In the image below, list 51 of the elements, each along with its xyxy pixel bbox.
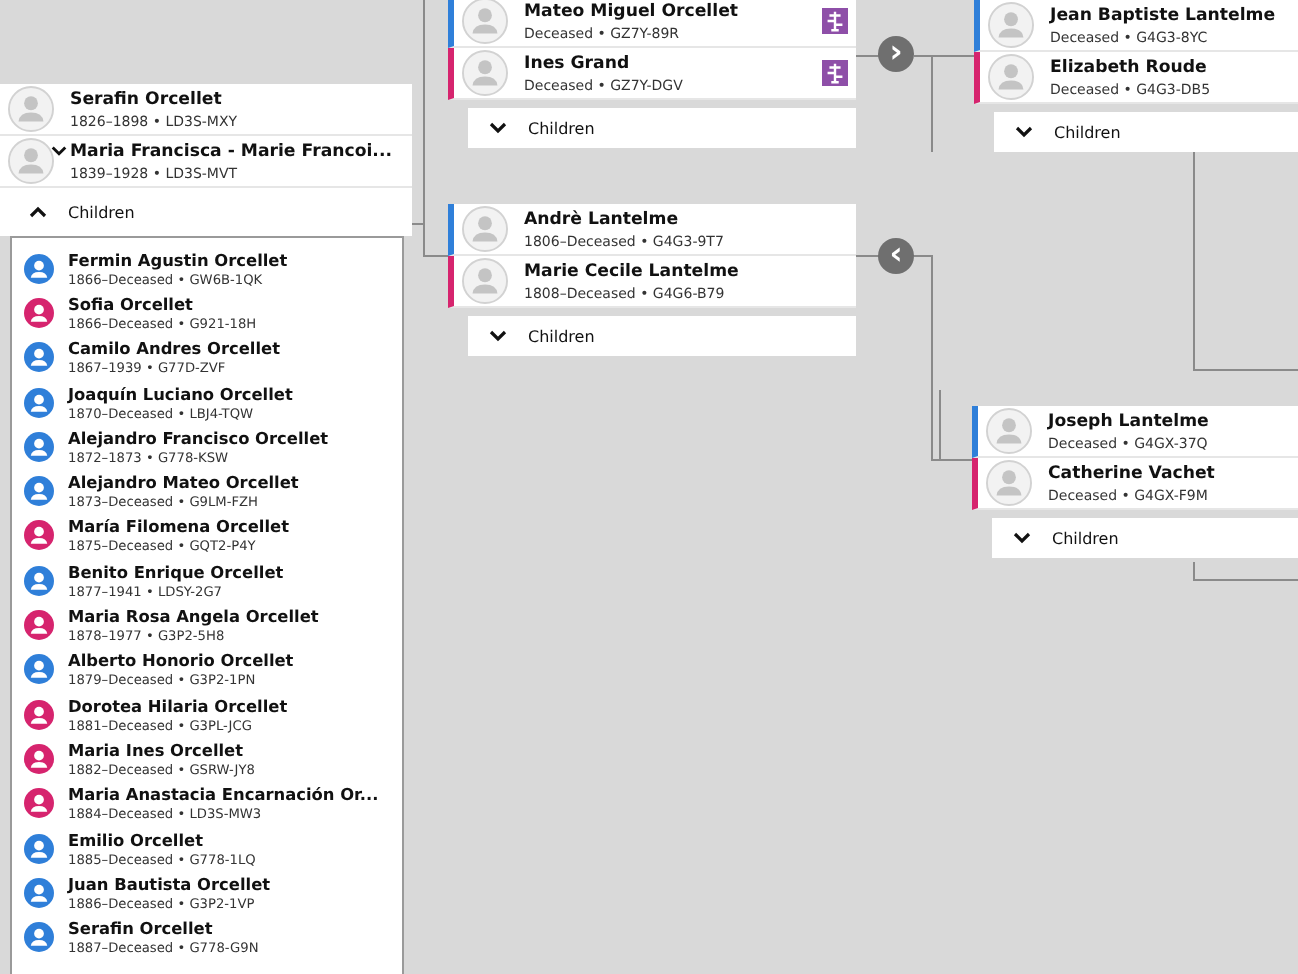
- child-name: Serafin Orcellet: [68, 918, 215, 939]
- avatar-icon: [988, 2, 1034, 48]
- child-name: Juan Bautista Orcellet: [68, 873, 271, 894]
- caret-icon: [28, 202, 48, 222]
- person-name: Maria Francisca - Marie Francoi...: [70, 141, 392, 161]
- caret-icon: [488, 118, 508, 138]
- child-name: Maria Ines Orcellet: [68, 739, 246, 760]
- person-name: Marie Cecile Lantelme: [524, 261, 739, 281]
- child-name: Joaquín Luciano Orcellet: [68, 383, 293, 404]
- person-name: Joseph Lantelme: [1048, 411, 1209, 431]
- children-toggle[interactable]: Children: [468, 316, 856, 356]
- children-toggle[interactable]: Children: [992, 518, 1298, 558]
- avatar-icon: [462, 206, 508, 252]
- child-name: Dorotea Hilaria Orcellet: [68, 695, 288, 716]
- caret-icon: [488, 326, 508, 346]
- person-name: Mateo Miguel Orcellet: [524, 1, 739, 21]
- caret-icon: [1014, 122, 1034, 142]
- child-name: Camilo Andres Orcellet: [68, 338, 280, 359]
- child-name: Fermin Agustin Orcellet: [68, 249, 288, 270]
- children-toggle[interactable]: Children: [0, 188, 412, 236]
- person-name: Jean Baptiste Lantelme: [1050, 5, 1276, 25]
- child-name: Maria Rosa Angela Orcellet: [68, 606, 319, 627]
- person-name: Elizabeth Roude: [1050, 57, 1207, 77]
- child-name: Sofia Orcellet: [68, 293, 195, 314]
- person-name: Catherine Vachet: [1048, 463, 1215, 483]
- navigate-button[interactable]: ›: [878, 36, 914, 72]
- person-name: Serafin Orcellet: [70, 89, 222, 109]
- child-name: Alejandro Mateo Orcellet: [68, 472, 299, 493]
- navigate-button[interactable]: ‹: [878, 238, 914, 274]
- avatar-icon: [986, 460, 1032, 506]
- child-name: Alberto Honorio Orcellet: [68, 650, 294, 671]
- child-name: Emilio Orcellet: [68, 829, 206, 849]
- tree-icon[interactable]: [822, 8, 848, 34]
- avatar-icon: [986, 408, 1032, 454]
- person-name: Ines Grand: [524, 53, 630, 73]
- child-name: Maria Anastacia Encarnación Or...: [68, 784, 379, 805]
- chevron-down-icon[interactable]: [50, 142, 68, 160]
- caret-icon: [1012, 528, 1032, 548]
- tree-icon[interactable]: [822, 60, 848, 86]
- children-toggle[interactable]: Children: [994, 112, 1298, 152]
- avatar-icon: [462, 258, 508, 304]
- avatar-icon: [8, 138, 54, 184]
- children-toggle[interactable]: Children: [468, 108, 856, 148]
- avatar-icon: [988, 54, 1034, 100]
- avatar-icon: [462, 50, 508, 96]
- child-name: Benito Enrique Orcellet: [68, 561, 284, 582]
- avatar-icon: [462, 0, 508, 44]
- child-name: Alejandro Francisco Orcellet: [68, 427, 329, 448]
- person-name: Andrè Lantelme: [524, 209, 679, 229]
- child-name: María Filomena Orcellet: [68, 516, 289, 537]
- avatar-icon: [8, 86, 54, 132]
